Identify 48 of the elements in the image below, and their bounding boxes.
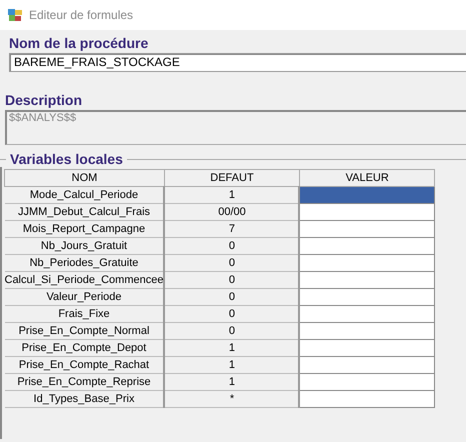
value-cell[interactable] <box>299 356 435 374</box>
value-cell[interactable] <box>299 374 435 390</box>
table-cell: 0 <box>164 238 300 254</box>
procedure-name-field[interactable]: BAREME_FRAIS_STOCKAGE <box>9 53 466 72</box>
value-cell[interactable] <box>299 322 435 340</box>
window-title: Editeur de formules <box>29 8 134 22</box>
table-cell: Prise_En_Compte_Normal <box>4 322 164 340</box>
value-cell[interactable] <box>299 186 435 204</box>
table-cell: Mois_Report_Campagne <box>4 220 164 238</box>
table-cell: Valeur_Periode <box>4 288 164 306</box>
value-cell[interactable] <box>299 272 435 288</box>
field-label: Nom de la procédure <box>8 34 150 53</box>
value-cell[interactable] <box>299 390 435 408</box>
table-cell: Frais_Fixe <box>4 306 164 322</box>
table-cell: 00/00 <box>164 204 300 220</box>
table-cell: JJMM_Debut_Calcul_Frais <box>4 204 164 220</box>
value-cell[interactable] <box>299 220 435 238</box>
table-cell: Id_Types_Base_Prix <box>4 390 164 408</box>
table-cell: 0 <box>164 254 300 272</box>
table-cell: 0 <box>164 272 300 288</box>
table-cell: 1 <box>164 186 300 204</box>
field-label: Description <box>4 91 84 110</box>
table-cell: 1 <box>164 356 300 374</box>
table-cell: 7 <box>164 220 300 238</box>
value-cell[interactable] <box>299 204 435 220</box>
value-cell[interactable] <box>299 238 435 254</box>
table-cell: Calcul_Si_Periode_Commencee <box>4 272 164 288</box>
table-cell: 0 <box>164 322 300 340</box>
table-cell: 0 <box>164 288 300 306</box>
table-cell: Nb_Jours_Gratuit <box>4 238 164 254</box>
value-cell[interactable] <box>299 306 435 322</box>
table-cell: Prise_En_Compte_Rachat <box>4 356 164 374</box>
table-cell: * <box>164 390 300 408</box>
column-header[interactable]: VALEUR <box>299 170 435 186</box>
table-cell: Nb_Periodes_Gratuite <box>4 254 164 272</box>
table-cell: Prise_En_Compte_Depot <box>4 340 164 356</box>
table-cell: 1 <box>164 374 300 390</box>
app-icon <box>7 7 23 23</box>
table-cell: Mode_Calcul_Periode <box>4 186 164 204</box>
group-title: Variables locales <box>9 151 124 167</box>
value-cell[interactable] <box>299 254 435 272</box>
table-cell: 0 <box>164 306 300 322</box>
column-header[interactable]: DEFAUT <box>164 170 300 186</box>
value-cell[interactable] <box>299 288 435 306</box>
column-header[interactable]: NOM <box>4 170 164 186</box>
value-cell[interactable] <box>299 340 435 356</box>
table-cell: Prise_En_Compte_Reprise <box>4 374 164 390</box>
table-cell: 1 <box>164 340 300 356</box>
